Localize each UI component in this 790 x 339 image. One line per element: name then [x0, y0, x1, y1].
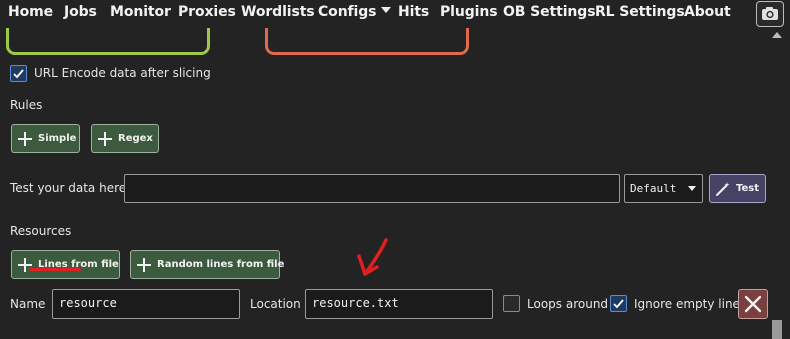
chevron-down-icon — [381, 7, 392, 13]
ignore-empty-lines-checkbox[interactable] — [610, 295, 627, 312]
nav-ob-settings[interactable]: OB Settings — [503, 4, 596, 20]
close-icon — [744, 295, 762, 313]
resource-location-label: Location — [250, 297, 301, 311]
red-underline-annotation — [29, 268, 81, 271]
resource-name-label: Name — [10, 297, 46, 311]
url-encode-label: URL Encode data after slicing — [34, 66, 211, 80]
nav-proxies[interactable]: Proxies — [178, 4, 236, 20]
checkmark-icon — [613, 299, 624, 309]
test-mode-value: Default — [630, 182, 677, 195]
green-highlight-bracket — [6, 28, 210, 55]
nav-jobs[interactable]: Jobs — [64, 4, 97, 20]
add-lines-from-file-button[interactable]: Lines from file — [11, 250, 120, 279]
loops-around-label: Loops around — [527, 297, 609, 311]
resource-name-input[interactable]: resource — [52, 289, 240, 319]
red-arrow-annotation — [357, 238, 388, 276]
random-lines-label: Random lines from file — [157, 259, 285, 270]
plus-icon — [18, 131, 32, 146]
app-window: Home Jobs Monitor Proxies Wordlists Conf… — [0, 0, 790, 339]
url-encode-checkbox[interactable] — [10, 65, 27, 82]
add-simple-rule-button[interactable]: Simple — [11, 124, 80, 153]
screenshot-button[interactable] — [756, 1, 784, 27]
plus-icon — [98, 131, 112, 146]
nav-configs[interactable]: Configs — [318, 4, 392, 20]
plus-icon — [137, 257, 151, 272]
add-random-lines-button[interactable]: Random lines from file — [130, 250, 284, 279]
nav-about[interactable]: About — [684, 4, 731, 20]
test-button-label: Test — [736, 183, 760, 194]
scrollbar-thumb[interactable] — [772, 320, 782, 339]
chevron-down-icon — [688, 186, 696, 191]
nav-rl-settings[interactable]: RL Settings — [595, 4, 685, 20]
test-data-input[interactable] — [124, 174, 620, 203]
resource-location-input[interactable]: resource.txt — [305, 289, 493, 319]
camera-icon — [762, 7, 778, 20]
test-data-label: Test your data here: — [10, 181, 131, 195]
loops-around-checkbox[interactable] — [503, 295, 520, 312]
checkmark-icon — [13, 69, 24, 79]
wand-icon — [716, 181, 730, 196]
rules-heading: Rules — [10, 98, 43, 112]
scroll-up-arrow-icon[interactable] — [772, 32, 782, 38]
test-mode-select[interactable]: Default — [624, 174, 703, 203]
ignore-empty-lines-label: Ignore empty lines — [634, 297, 747, 311]
nav-monitor[interactable]: Monitor — [110, 4, 171, 20]
nav-wordlists[interactable]: Wordlists — [241, 4, 315, 20]
orange-highlight-bracket — [265, 28, 469, 55]
test-button[interactable]: Test — [709, 174, 766, 203]
nav-home[interactable]: Home — [8, 4, 53, 20]
delete-resource-button[interactable] — [738, 289, 768, 319]
resources-heading: Resources — [10, 224, 72, 238]
add-regex-rule-button[interactable]: Regex — [91, 124, 159, 153]
simple-button-label: Simple — [38, 133, 77, 144]
nav-configs-label: Configs — [318, 4, 377, 20]
nav-plugins[interactable]: Plugins — [440, 4, 498, 20]
regex-button-label: Regex — [118, 133, 153, 144]
nav-hits[interactable]: Hits — [398, 4, 429, 20]
